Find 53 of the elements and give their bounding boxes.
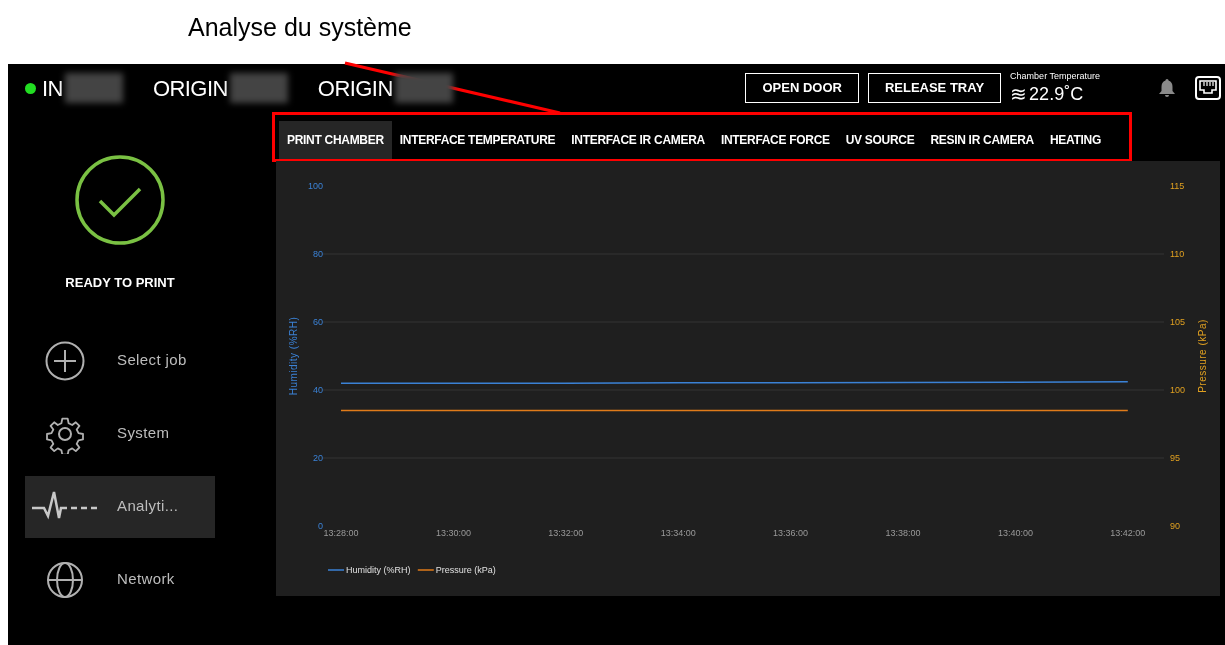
- y-tick-label: 0: [318, 521, 323, 531]
- annotation-label: Analyse du système: [188, 13, 412, 41]
- x-tick-label: 13:28:00: [323, 528, 359, 538]
- y-tick-label: 95: [1170, 453, 1180, 463]
- y-tick-label: 20: [313, 453, 323, 463]
- nav-item[interactable]: Analyti...: [25, 475, 215, 538]
- tab[interactable]: INTERFACE FORCE: [712, 121, 838, 159]
- globe-icon: [46, 560, 84, 599]
- axis-title: Humidity (%RH): [288, 316, 299, 396]
- printer-name[interactable]: ORIGIN: [152, 71, 228, 105]
- chamber-temperature-value: 22.9˚C: [1029, 85, 1084, 103]
- tab[interactable]: UV SOURCE: [837, 121, 923, 159]
- x-tick-label: 13:34:00: [660, 528, 696, 538]
- status-label: READY TO PRINT: [65, 274, 175, 292]
- x-tick-label: 13:42:00: [1110, 528, 1146, 538]
- redaction-mark: [394, 73, 453, 103]
- heat-icon: ≋: [1010, 84, 1028, 104]
- network-port-icon[interactable]: [1195, 76, 1221, 100]
- y-tick-label: 60: [313, 317, 323, 327]
- tab[interactable]: INTERFACE TEMPERATURE: [391, 121, 564, 159]
- y-tick-label: 100: [1170, 385, 1186, 395]
- x-tick-label: 13:36:00: [773, 528, 809, 538]
- legend-label[interactable]: Pressure (kPa): [435, 565, 496, 575]
- printer-name[interactable]: IN: [42, 71, 63, 105]
- axis-title: Pressure (kPa): [1197, 319, 1208, 393]
- x-tick-label: 13:40:00: [997, 528, 1033, 538]
- x-tick-label: 13:30:00: [435, 528, 471, 538]
- tab[interactable]: RESIN IR CAMERA: [922, 121, 1042, 159]
- y-tick-label: 105: [1170, 317, 1186, 327]
- plus-icon: [45, 340, 85, 381]
- redaction-mark: [229, 73, 288, 103]
- header-button[interactable]: OPEN DOOR: [745, 73, 859, 103]
- chamber-temperature-label: Chamber Temperature: [1010, 72, 1100, 81]
- x-tick-label: 13:38:00: [885, 528, 921, 538]
- legend-label[interactable]: Humidity (%RH): [346, 565, 411, 575]
- y-tick-label: 90: [1170, 521, 1180, 531]
- nav-item[interactable]: System: [25, 402, 215, 465]
- printer-name[interactable]: ORIGIN: [317, 71, 393, 105]
- header-button[interactable]: RELEASE TRAY: [867, 73, 1002, 103]
- x-tick-label: 13:32:00: [548, 528, 584, 538]
- tab[interactable]: INTERFACE IR CAMERA: [563, 121, 713, 159]
- nav-item[interactable]: Select job: [25, 329, 215, 392]
- bell-icon[interactable]: [1158, 78, 1176, 98]
- tab[interactable]: HEATING: [1041, 121, 1109, 159]
- redaction-mark: [64, 73, 123, 103]
- y-tick-label: 80: [313, 249, 323, 259]
- nav-item[interactable]: Network: [25, 548, 215, 611]
- y-tick-label: 40: [313, 385, 323, 395]
- y-tick-label: 110: [1170, 249, 1185, 259]
- check-circle-icon: [74, 154, 166, 246]
- y-tick-label: 115: [1170, 181, 1185, 191]
- tab[interactable]: PRINT CHAMBER: [279, 121, 392, 159]
- y-tick-label: 100: [307, 181, 323, 191]
